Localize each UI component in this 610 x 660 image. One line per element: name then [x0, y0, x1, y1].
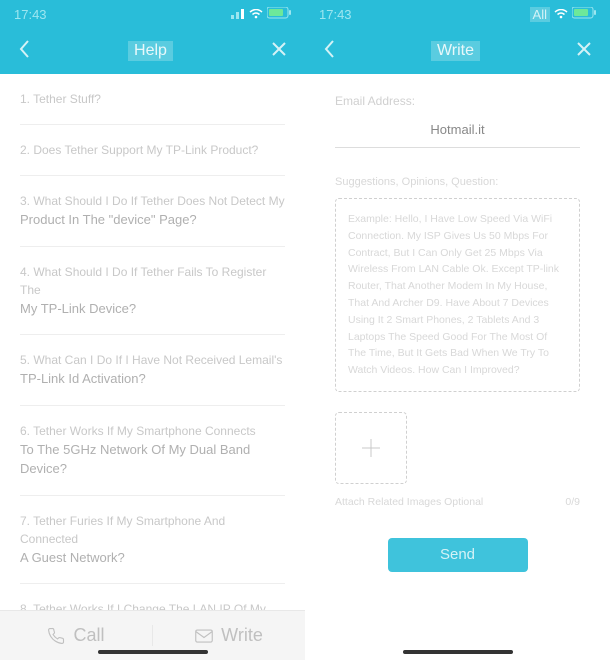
home-indicator[interactable]	[403, 650, 513, 654]
attach-image-button[interactable]	[335, 412, 407, 484]
status-bar: 17:43 All	[305, 0, 610, 28]
write-button[interactable]: Write	[153, 625, 305, 646]
faq-item-text: 5. What Can I Do If I Have Not Received …	[20, 351, 285, 369]
faq-item[interactable]: 4. What Should I Do If Tether Fails To R…	[20, 247, 285, 336]
email-label: Email Address:	[335, 94, 580, 108]
nav-bar: Help	[0, 28, 305, 74]
battery-icon	[267, 7, 291, 22]
write-label: Write	[221, 625, 263, 646]
nav-bar: Write	[305, 28, 610, 74]
call-button[interactable]: Call	[0, 625, 153, 646]
faq-item[interactable]: 8. Tether Works If I Change The LAN IP O…	[20, 584, 285, 610]
faq-item[interactable]: 1. Tether Stuff?	[20, 74, 285, 125]
faq-item-text: 6. Tether Works If My Smartphone Connect…	[20, 422, 285, 440]
faq-item-text-bold: A Guest Network?	[20, 548, 285, 568]
faq-item[interactable]: 3. What Should I Do If Tether Does Not D…	[20, 176, 285, 247]
write-screen: 17:43 All Write Email Address: Suggestio…	[305, 0, 610, 660]
faq-item-text: 8. Tether Works If I Change The LAN IP O…	[20, 600, 285, 610]
email-field[interactable]	[335, 116, 580, 148]
suggestion-textarea[interactable]: Example: Hello, I Have Low Speed Via WiF…	[335, 198, 580, 392]
faq-item[interactable]: 6. Tether Works If My Smartphone Connect…	[20, 406, 285, 496]
write-form: Email Address: Suggestions, Opinions, Qu…	[305, 74, 610, 660]
status-all-text: All	[530, 7, 550, 22]
faq-item-text-bold: To The 5GHz Network Of My Dual Band Devi…	[20, 440, 285, 479]
close-icon[interactable]	[576, 41, 592, 62]
status-time: 17:43	[319, 7, 352, 22]
faq-item[interactable]: 2. Does Tether Support My TP-Link Produc…	[20, 125, 285, 176]
faq-item-text-bold: My TP-Link Device?	[20, 299, 285, 319]
faq-item[interactable]: 5. What Can I Do If I Have Not Received …	[20, 335, 285, 406]
status-icons: All	[530, 7, 596, 22]
faq-list-container[interactable]: 1. Tether Stuff? 2. Does Tether Support M…	[0, 74, 305, 610]
help-screen: 17:43 Help 1. Tether Stuff? 2. Does Tethe…	[0, 0, 305, 660]
faq-item-text: 4. What Should I Do If Tether Fails To R…	[20, 263, 285, 299]
page-title: Write	[431, 41, 480, 61]
back-icon[interactable]	[18, 39, 30, 64]
back-icon[interactable]	[323, 39, 335, 64]
signal-icon	[231, 7, 245, 22]
faq-item-text: 7. Tether Furies If My Smartphone And Co…	[20, 512, 285, 548]
attach-count: 0/9	[565, 496, 580, 508]
status-time: 17:43	[14, 7, 47, 22]
faq-item[interactable]: 7. Tether Furies If My Smartphone And Co…	[20, 496, 285, 585]
send-button[interactable]: Send	[388, 538, 528, 572]
wifi-icon	[554, 7, 568, 22]
page-title: Help	[128, 41, 173, 61]
status-bar: 17:43	[0, 0, 305, 28]
battery-icon	[572, 7, 596, 22]
wifi-icon	[249, 7, 263, 22]
suggestion-label: Suggestions, Opinions, Question:	[335, 176, 580, 188]
faq-item-text: 2. Does Tether Support My TP-Link Produc…	[20, 141, 285, 159]
faq-item-text-bold: TP-Link Id Activation?	[20, 369, 285, 389]
status-icons	[231, 7, 291, 22]
faq-item-text-bold: Product In The "device" Page?	[20, 210, 285, 230]
home-indicator[interactable]	[98, 650, 208, 654]
faq-item-text: 3. What Should I Do If Tether Does Not D…	[20, 192, 285, 210]
call-label: Call	[73, 625, 104, 646]
close-icon[interactable]	[271, 41, 287, 62]
faq-item-text: 1. Tether Stuff?	[20, 90, 285, 108]
attach-label: Attach Related Images Optional	[335, 496, 483, 508]
